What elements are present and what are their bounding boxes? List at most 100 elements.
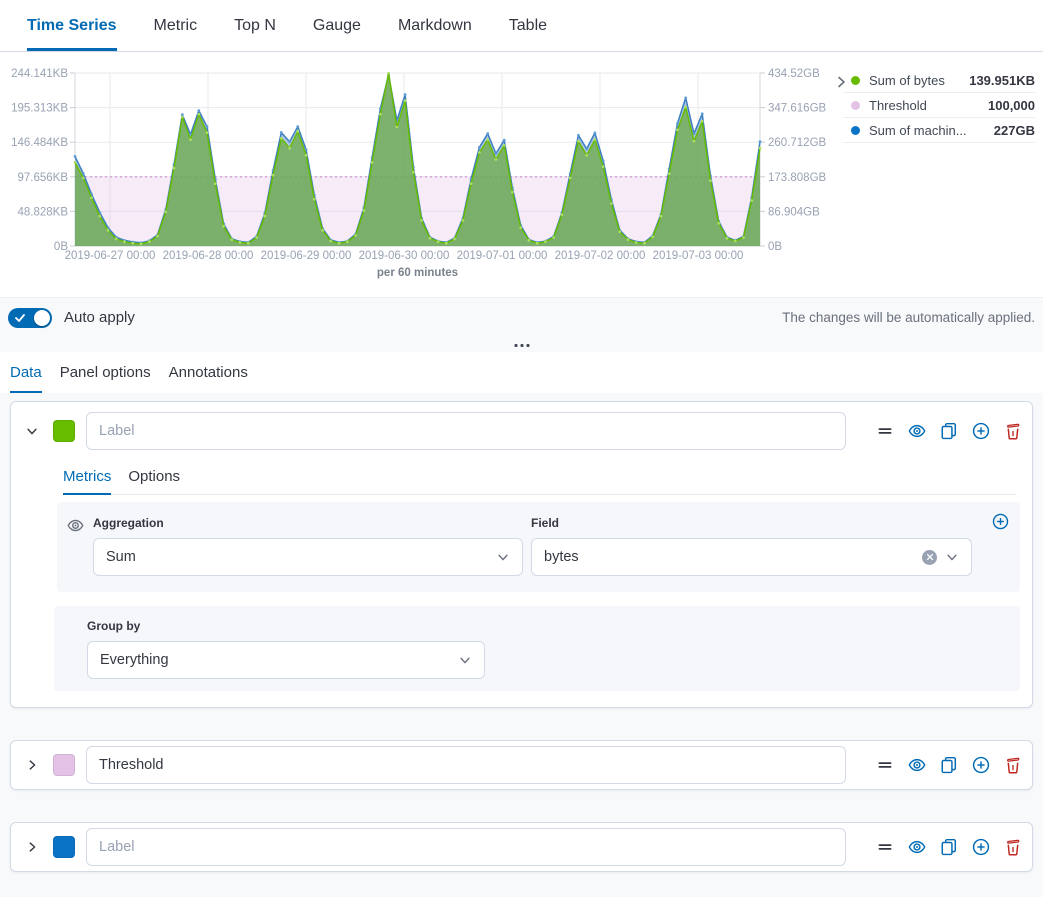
tab-markdown[interactable]: Markdown bbox=[398, 0, 472, 51]
field-label: Field bbox=[531, 516, 972, 530]
field-combobox[interactable]: bytes bbox=[531, 538, 972, 576]
svg-text:347.616GB: 347.616GB bbox=[768, 103, 827, 115]
chevron-down-icon bbox=[496, 550, 510, 564]
legend-dot bbox=[851, 101, 860, 110]
add-series-icon[interactable] bbox=[972, 838, 990, 856]
add-series-icon[interactable] bbox=[972, 422, 990, 440]
delete-series-icon[interactable] bbox=[1004, 422, 1022, 440]
series-label-input[interactable] bbox=[86, 828, 846, 866]
editor-tabs: Data Panel options Annotations bbox=[0, 352, 1043, 393]
series-row-actions bbox=[862, 838, 1022, 856]
eye-icon[interactable] bbox=[908, 838, 926, 856]
clone-icon[interactable] bbox=[940, 838, 958, 856]
group-by-label: Group by bbox=[87, 619, 1004, 633]
group-by-select[interactable]: Everything bbox=[87, 641, 485, 679]
tab-panel-options[interactable]: Panel options bbox=[60, 352, 151, 393]
series-color-swatch[interactable] bbox=[53, 420, 75, 442]
legend-label: Sum of bytes bbox=[869, 73, 969, 88]
check-icon bbox=[15, 313, 25, 323]
series-header bbox=[11, 402, 1032, 460]
tab-options[interactable]: Options bbox=[128, 462, 180, 495]
tab-table[interactable]: Table bbox=[509, 0, 547, 51]
clone-icon[interactable] bbox=[940, 422, 958, 440]
svg-text:195.313KB: 195.313KB bbox=[11, 103, 68, 115]
visualization-tabs: Time Series Metric Top N Gauge Markdown … bbox=[0, 0, 1043, 52]
series-panel-1: Metrics Options Aggregation Sum Field by… bbox=[10, 401, 1033, 708]
series-row-actions bbox=[862, 422, 1022, 440]
legend-value: 227GB bbox=[994, 123, 1035, 138]
delete-series-icon[interactable] bbox=[1004, 756, 1022, 774]
eye-icon[interactable] bbox=[908, 756, 926, 774]
series-row-actions bbox=[862, 756, 1022, 774]
chevron-down-icon[interactable] bbox=[21, 420, 43, 442]
legend-dot bbox=[851, 126, 860, 135]
svg-text:97.656KB: 97.656KB bbox=[17, 172, 68, 184]
auto-apply-toggle[interactable] bbox=[8, 308, 52, 328]
drag-handle-icon[interactable] bbox=[876, 756, 894, 774]
series-label-input[interactable] bbox=[86, 412, 846, 450]
svg-text:146.484KB: 146.484KB bbox=[11, 137, 68, 149]
legend-value: 100,000 bbox=[988, 98, 1035, 113]
legend-value: 139.951KB bbox=[969, 73, 1035, 88]
series-header bbox=[11, 741, 1032, 789]
eye-icon[interactable] bbox=[908, 422, 926, 440]
data-series-editor: Metrics Options Aggregation Sum Field by… bbox=[0, 393, 1043, 897]
group-by-row: Group by Everything bbox=[54, 606, 1020, 691]
svg-text:434.52GB: 434.52GB bbox=[768, 68, 820, 80]
tab-time-series[interactable]: Time Series bbox=[27, 0, 117, 51]
clone-icon[interactable] bbox=[940, 756, 958, 774]
legend-item[interactable]: Sum of machin... 227GB bbox=[843, 118, 1035, 143]
chevron-down-icon bbox=[945, 550, 959, 564]
chevron-down-icon bbox=[458, 653, 472, 667]
series-color-swatch[interactable] bbox=[53, 836, 75, 858]
svg-text:260.712GB: 260.712GB bbox=[768, 137, 827, 149]
legend-dot bbox=[851, 76, 860, 85]
svg-text:2019-06-30 00:00: 2019-06-30 00:00 bbox=[359, 250, 450, 262]
tab-annotations[interactable]: Annotations bbox=[169, 352, 248, 393]
series-panel-2 bbox=[10, 740, 1033, 790]
svg-text:2019-07-02 00:00: 2019-07-02 00:00 bbox=[555, 250, 646, 262]
tab-metric[interactable]: Metric bbox=[154, 0, 198, 51]
aggregation-select[interactable]: Sum bbox=[93, 538, 523, 576]
drag-handle-icon[interactable] bbox=[876, 838, 894, 856]
legend-item[interactable]: Threshold 100,000 bbox=[843, 93, 1035, 118]
chart-legend: Sum of bytes 139.951KB Threshold 100,000… bbox=[843, 68, 1035, 143]
clear-field-icon[interactable] bbox=[922, 550, 937, 565]
aggregation-label: Aggregation bbox=[93, 516, 523, 530]
tab-top-n[interactable]: Top N bbox=[234, 0, 276, 51]
panel-resize-handle[interactable] bbox=[514, 344, 529, 347]
auto-apply-message: The changes will be automatically applie… bbox=[782, 308, 1035, 325]
legend-item[interactable]: Sum of bytes 139.951KB bbox=[843, 68, 1035, 93]
tab-data[interactable]: Data bbox=[10, 352, 42, 393]
chevron-right-icon[interactable] bbox=[21, 836, 43, 858]
toggle-thumb bbox=[34, 310, 50, 326]
svg-text:2019-07-01 00:00: 2019-07-01 00:00 bbox=[457, 250, 548, 262]
svg-text:2019-06-29 00:00: 2019-06-29 00:00 bbox=[261, 250, 352, 262]
chevron-right-icon[interactable] bbox=[21, 754, 43, 776]
tab-gauge[interactable]: Gauge bbox=[313, 0, 361, 51]
add-metric-icon[interactable] bbox=[992, 513, 1009, 530]
delete-series-icon[interactable] bbox=[1004, 838, 1022, 856]
svg-text:173.808GB: 173.808GB bbox=[768, 172, 827, 184]
series-color-swatch[interactable] bbox=[53, 754, 75, 776]
legend-label: Threshold bbox=[869, 98, 988, 113]
series-header bbox=[11, 823, 1032, 871]
svg-text:0B: 0B bbox=[768, 241, 782, 253]
drag-handle-icon[interactable] bbox=[876, 422, 894, 440]
tab-metrics[interactable]: Metrics bbox=[63, 462, 111, 495]
time-series-panel: 244.141KB195.313KB146.484KB97.656KB48.82… bbox=[0, 52, 1043, 297]
series-label-input[interactable] bbox=[86, 746, 846, 784]
field-value: bytes bbox=[544, 549, 922, 565]
metric-eye-icon[interactable] bbox=[67, 516, 93, 576]
group-by-value: Everything bbox=[100, 652, 458, 668]
aggregation-value: Sum bbox=[106, 549, 496, 565]
svg-text:2019-06-27 00:00: 2019-06-27 00:00 bbox=[65, 250, 156, 262]
svg-text:48.828KB: 48.828KB bbox=[17, 206, 68, 218]
svg-text:2019-06-28 00:00: 2019-06-28 00:00 bbox=[163, 250, 254, 262]
svg-text:per 60 minutes: per 60 minutes bbox=[377, 267, 458, 279]
svg-text:2019-07-03 00:00: 2019-07-03 00:00 bbox=[653, 250, 744, 262]
series-inner-tabs: Metrics Options bbox=[63, 462, 1016, 495]
legend-collapse-chevron-icon[interactable] bbox=[833, 74, 849, 90]
svg-text:86.904GB: 86.904GB bbox=[768, 206, 820, 218]
add-series-icon[interactable] bbox=[972, 756, 990, 774]
